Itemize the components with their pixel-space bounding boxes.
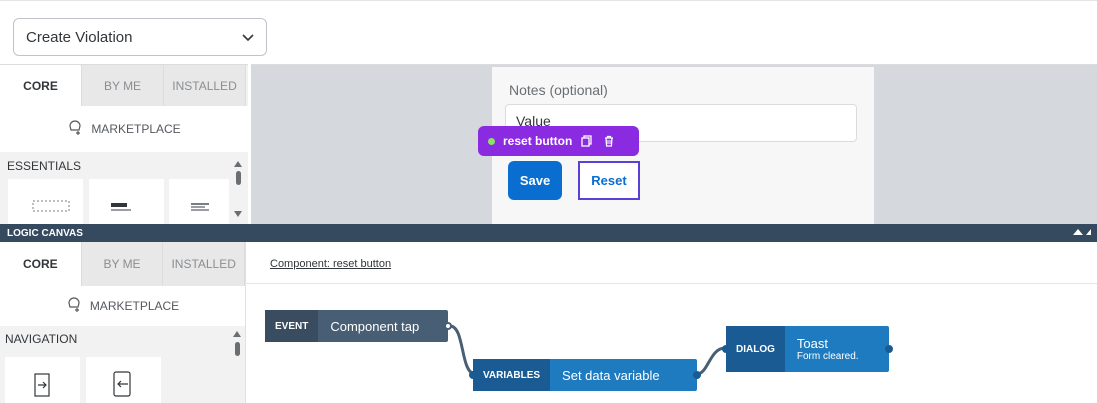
page-select-value: Create Violation xyxy=(26,28,133,46)
node-kind: EVENT xyxy=(265,310,319,342)
tab-core[interactable]: CORE xyxy=(0,65,82,106)
tab-installed[interactable]: INSTALLED xyxy=(164,65,246,106)
event-node[interactable]: EVENT Component tap xyxy=(265,310,448,342)
open-page-icon xyxy=(5,373,80,403)
node-title: Component tap xyxy=(330,318,420,334)
node-title: Toast xyxy=(796,336,828,351)
page-select[interactable]: Create Violation xyxy=(13,18,267,56)
copy-icon[interactable] xyxy=(580,134,594,148)
navigate-back-flow[interactable] xyxy=(86,357,161,403)
component-container[interactable] xyxy=(8,179,83,227)
logic-canvas-bar[interactable]: LOGIC CANVAS xyxy=(0,224,1097,242)
marketplace-label: MARKETPLACE xyxy=(91,122,181,136)
breadcrumb-divider xyxy=(245,283,1097,284)
tab-by-me[interactable]: BY ME xyxy=(82,65,164,106)
logic-canvas-title: LOGIC CANVAS xyxy=(7,227,83,239)
node-title: Set data variable xyxy=(562,367,660,383)
marketplace-icon xyxy=(67,119,83,139)
marketplace-link[interactable]: MARKETPLACE xyxy=(0,286,245,326)
chevron-down-icon xyxy=(242,30,254,45)
save-button[interactable]: Save xyxy=(508,161,562,200)
status-dot xyxy=(488,137,495,145)
logic-component-tabs: CORE BY ME INSTALLED xyxy=(0,242,246,286)
component-tabs: CORE BY ME INSTALLED xyxy=(0,65,248,106)
output-port[interactable] xyxy=(693,371,701,379)
logic-breadcrumb[interactable]: Component: reset button xyxy=(270,258,391,270)
tab-core[interactable]: CORE xyxy=(0,242,82,286)
reset-button[interactable]: Reset xyxy=(578,161,640,200)
logic-component-panel: CORE BY ME INSTALLED MARKETPLACE NAVIGAT… xyxy=(0,242,246,403)
node-kind: VARIABLES xyxy=(473,359,551,391)
marketplace-label: MARKETPLACE xyxy=(89,299,180,313)
panel-scrollbar[interactable] xyxy=(232,329,242,359)
component-title[interactable] xyxy=(89,179,164,227)
open-page-flow[interactable] xyxy=(5,357,80,403)
component-text[interactable] xyxy=(169,179,229,227)
component-panel: CORE BY ME INSTALLED MARKETPLACE ESSENTI… xyxy=(0,64,248,227)
output-port[interactable] xyxy=(885,345,893,353)
output-port[interactable] xyxy=(444,322,452,330)
notes-label: Notes (optional) xyxy=(509,82,608,98)
group-header-navigation: NAVIGATION xyxy=(5,332,78,346)
node-content: Toast Form cleared. xyxy=(785,326,859,372)
tab-by-me[interactable]: BY ME xyxy=(81,242,164,286)
selected-component-name: reset button xyxy=(503,134,573,148)
group-header-essentials: ESSENTIALS xyxy=(5,155,248,177)
navigate-back-icon xyxy=(86,371,161,403)
trash-icon[interactable] xyxy=(602,134,616,148)
dialog-node[interactable]: DIALOG Toast Form cleared. xyxy=(726,326,889,372)
component-selection-tooltip: reset button xyxy=(478,126,639,156)
node-kind: DIALOG xyxy=(726,326,785,372)
input-port[interactable] xyxy=(469,371,477,379)
collapse-icon[interactable] xyxy=(1071,227,1091,240)
input-port[interactable] xyxy=(722,345,730,353)
marketplace-icon xyxy=(66,296,82,316)
marketplace-link[interactable]: MARKETPLACE xyxy=(0,106,248,152)
variables-node[interactable]: VARIABLES Set data variable xyxy=(473,359,697,391)
panel-scrollbar[interactable] xyxy=(233,159,243,223)
tab-installed[interactable]: INSTALLED xyxy=(163,242,246,286)
node-subtitle: Form cleared. xyxy=(796,351,859,362)
